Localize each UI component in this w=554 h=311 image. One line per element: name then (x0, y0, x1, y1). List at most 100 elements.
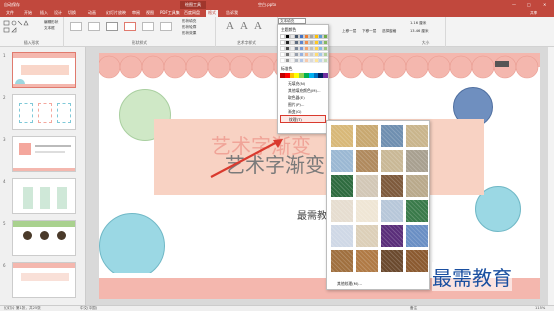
texture-swatch[interactable] (331, 250, 353, 272)
texture-swatch[interactable] (381, 200, 403, 222)
style-swatch[interactable] (106, 22, 118, 31)
wordart-style-a[interactable]: A (226, 20, 234, 32)
texture-swatch[interactable] (381, 125, 403, 147)
texture-swatch[interactable] (356, 200, 378, 222)
slide-thumbnail[interactable] (12, 262, 76, 298)
tab-10[interactable]: 百度网盘 (182, 10, 202, 17)
edit-shape-button[interactable]: 编辑形状 (44, 20, 58, 25)
texture-swatch[interactable] (331, 125, 353, 147)
tab-8[interactable]: 视图 (144, 10, 156, 17)
slide-thumbnail[interactable] (12, 94, 76, 130)
texture-swatch[interactable] (331, 175, 353, 197)
more-textures-item[interactable]: 其他纹理(M)... (337, 281, 362, 287)
minimize-button[interactable]: — (512, 2, 516, 7)
ribbon-tabs: 文件 开始 插入 设计 切换 动画 幻灯片放映 审阅 视图 PDF工具集 百度网盘 格式 告诉我 (0, 9, 554, 17)
no-fill-item[interactable]: 无填充(N) (288, 81, 305, 87)
file-name: 空白.pptx (258, 2, 277, 7)
tab-3[interactable]: 设计 (52, 10, 64, 17)
wordart-style-a[interactable]: A (240, 20, 248, 32)
autosave-toggle[interactable]: 自动保存 (4, 2, 20, 8)
slide-thumbnail[interactable] (12, 52, 76, 88)
theme-color-swatch[interactable] (323, 40, 329, 45)
texture-swatch[interactable] (356, 175, 378, 197)
slide-thumbnail[interactable] (12, 220, 76, 256)
tab-1[interactable]: 开始 (22, 10, 34, 17)
tab-5[interactable]: 动画 (86, 10, 98, 17)
theme-colors-label: 主题颜色 (281, 27, 297, 32)
insert-shapes-group: 编辑形状 文本框 插入形状 (0, 17, 64, 47)
tab-9[interactable]: PDF工具集 (158, 10, 182, 17)
texture-item[interactable]: 纹理(T) (280, 115, 326, 123)
theme-color-swatch[interactable] (323, 46, 329, 51)
texture-swatch[interactable] (406, 225, 428, 247)
slide-number: 5 (3, 221, 6, 226)
texture-swatch[interactable] (406, 250, 428, 272)
shape-styles-group: 形状填充 形状轮廓 形状效果 形状样式 (64, 17, 216, 47)
slide-subtitle[interactable]: 最需教 (297, 207, 327, 222)
texture-swatch[interactable] (406, 125, 428, 147)
texture-swatch[interactable] (356, 150, 378, 172)
slide-thumbnail[interactable] (12, 136, 76, 172)
shape-fill-menu: 主题颜色 标准色 无填充(N) 其他填充颜色(M)... 取色器(E) 图片(P… (277, 24, 329, 134)
share-button[interactable]: 共享 (530, 11, 537, 16)
style-swatch[interactable] (70, 22, 82, 31)
red-arrow-icon (210, 139, 283, 178)
shape-fill-button[interactable]: 形状填充 (182, 19, 196, 24)
texture-submenu: 其他纹理(M)... (326, 120, 430, 290)
drawing-tools-label: 绘图工具 (180, 1, 206, 9)
texture-swatch[interactable] (381, 225, 403, 247)
texture-swatch[interactable] (331, 150, 353, 172)
shape-effect-button[interactable]: 形状效果 (182, 31, 196, 36)
style-swatch[interactable] (142, 22, 154, 31)
texture-swatch[interactable] (381, 175, 403, 197)
shape-outline-button[interactable]: 形状轮廓 (182, 25, 196, 30)
texture-swatch[interactable] (406, 175, 428, 197)
style-swatch[interactable] (124, 22, 136, 31)
style-swatch[interactable] (160, 22, 172, 31)
texture-swatch[interactable] (406, 150, 428, 172)
texture-swatch[interactable] (331, 200, 353, 222)
maximize-button[interactable]: □ (527, 2, 531, 7)
text-box-button[interactable]: 文本框 (44, 26, 55, 31)
tab-11[interactable]: 格式 (206, 10, 218, 17)
wordart-styles-group: A A A 艺术字样式 (216, 17, 278, 47)
send-backward-button[interactable]: 下移一层 (362, 29, 376, 34)
status-bar: 幻灯片 第1张，共25张 中文(中国) 备注 115% (0, 305, 554, 311)
tab-12[interactable]: 告诉我 (224, 10, 240, 17)
texture-swatch[interactable] (356, 225, 378, 247)
tab-4[interactable]: 切换 (66, 10, 78, 17)
texture-swatch[interactable] (381, 250, 403, 272)
height-field[interactable]: 1.16 厘米 (410, 21, 426, 26)
tab-2[interactable]: 插入 (38, 10, 50, 17)
standard-color-swatch[interactable] (323, 73, 329, 78)
style-swatch[interactable] (88, 22, 100, 31)
texture-swatch[interactable] (331, 225, 353, 247)
notes-button[interactable]: 备注 (410, 306, 417, 311)
theme-color-swatch[interactable] (323, 52, 329, 57)
shapes-gallery-icon[interactable] (3, 20, 43, 34)
zoom-level[interactable]: 115% (535, 306, 545, 310)
language: 中文(中国) (80, 306, 98, 310)
vertical-scrollbar[interactable] (548, 47, 554, 305)
slide-thumbnail-pane: 1 2 3 4 5 6 (0, 47, 86, 311)
wordart-style-a[interactable]: A (254, 20, 262, 32)
slide-thumbnail[interactable] (12, 178, 76, 214)
tab-0[interactable]: 文件 (4, 10, 16, 17)
selection-pane-button[interactable]: 选择窗格 (382, 29, 396, 34)
texture-swatch[interactable] (381, 150, 403, 172)
eyedropper-item[interactable]: 取色器(E) (288, 95, 305, 101)
tab-6[interactable]: 幻灯片放映 (104, 10, 128, 17)
texture-swatch[interactable] (356, 250, 378, 272)
tab-7[interactable]: 审阅 (130, 10, 142, 17)
texture-swatch[interactable] (356, 125, 378, 147)
theme-color-swatch[interactable] (323, 34, 329, 39)
picture-item[interactable]: 图片(P)... (288, 102, 304, 108)
more-colors-item[interactable]: 其他填充颜色(M)... (288, 88, 321, 94)
bring-forward-button[interactable]: 上移一层 (342, 29, 356, 34)
close-button[interactable]: ✕ (543, 2, 546, 7)
insert-shapes-label: 插入形状 (23, 40, 40, 45)
width-field[interactable]: 13.46 厘米 (410, 29, 429, 34)
size-group: 1.16 厘米 13.46 厘米 大小 (406, 17, 446, 47)
texture-swatch[interactable] (406, 200, 428, 222)
theme-color-swatch[interactable] (323, 58, 329, 63)
